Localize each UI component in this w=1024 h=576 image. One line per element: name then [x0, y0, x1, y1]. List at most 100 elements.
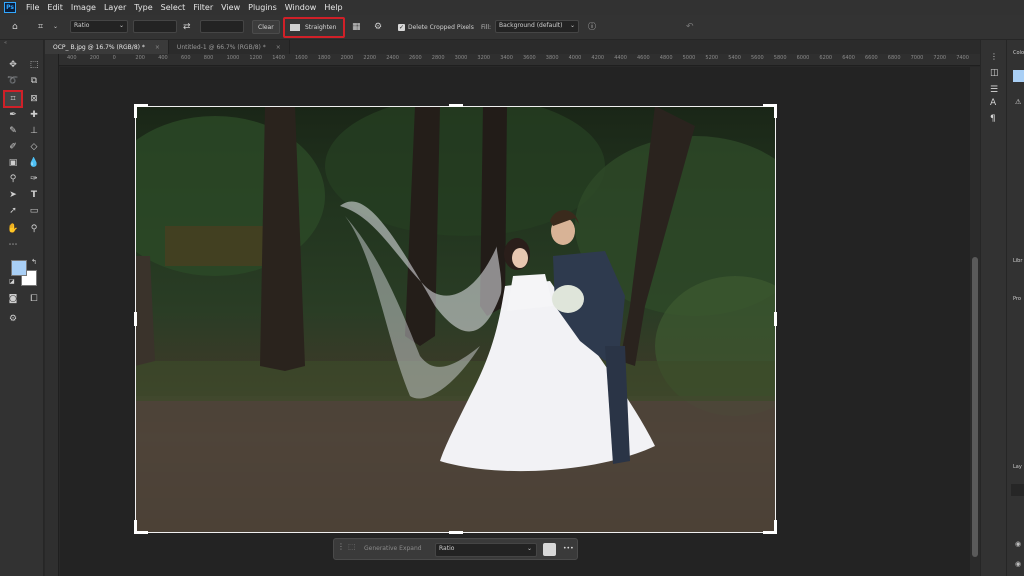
straighten-button[interactable]: Straighten	[283, 17, 345, 38]
vertical-scrollbar[interactable]	[970, 67, 980, 576]
color-panel-label[interactable]: Colo	[1013, 50, 1024, 56]
height-input[interactable]	[200, 20, 244, 33]
close-icon[interactable]: ×	[276, 44, 281, 51]
menu-window[interactable]: Window	[281, 3, 321, 12]
crop-handle-right[interactable]	[774, 312, 777, 326]
object-select-icon[interactable]: ⧉	[26, 74, 42, 88]
swap-icon[interactable]: ⇄	[183, 20, 191, 34]
crop-handle-bottom[interactable]	[449, 531, 463, 534]
direct-select-icon[interactable]: ➚	[5, 204, 21, 218]
horizontal-ruler[interactable]: 400 200 0 200 400 600 800 1000 1200 1400 1600 1800 2…	[59, 54, 980, 66]
clear-button[interactable]: Clear	[252, 20, 280, 34]
collapse-icon[interactable]: «	[4, 40, 7, 46]
edit-toolbar-icon[interactable]: ⚙	[5, 312, 21, 326]
menu-view[interactable]: View	[217, 3, 244, 12]
more-tools-icon[interactable]: ⋯	[5, 238, 21, 252]
foreground-color-swatch-front	[11, 260, 27, 276]
warning-icon: ⚠	[1015, 98, 1022, 106]
chevron-down-icon: ⌄	[118, 22, 124, 29]
crop-handle-top-right-v[interactable]	[774, 104, 777, 118]
rectangle-tool-icon[interactable]: ▭	[26, 204, 42, 218]
crop-tool-icon[interactable]: ⌗	[3, 90, 23, 108]
chevron-down-icon: ⌄	[569, 22, 575, 29]
menu-select[interactable]: Select	[157, 3, 190, 12]
menu-plugins[interactable]: Plugins	[244, 3, 281, 12]
tab-ocp-b[interactable]: OCP_ B.jpg @ 16.7% (RGB/8) * ×	[45, 40, 169, 54]
libraries-panel-label[interactable]: Libr	[1013, 258, 1022, 264]
generative-expand-label[interactable]: Generative Expand	[364, 545, 422, 552]
blur-tool-icon[interactable]: 💧	[26, 156, 42, 170]
info-icon[interactable]: ⓘ	[588, 20, 596, 34]
fill-select[interactable]: Background (default) ⌄	[495, 20, 579, 33]
clone-stamp-icon[interactable]: ⊥	[26, 124, 42, 138]
history-icon[interactable]: ◫	[990, 68, 999, 78]
crop-handle-bottom-right-v[interactable]	[774, 520, 777, 534]
home-icon[interactable]: ⌂	[12, 20, 18, 34]
vertical-ruler[interactable]	[45, 54, 59, 576]
ruler-tick-label: 6000	[796, 55, 810, 61]
ruler-tick-label: 5400	[728, 55, 741, 61]
healing-brush-icon[interactable]: ✚	[26, 108, 42, 122]
visibility-eye-icon[interactable]: ◉	[1015, 560, 1021, 568]
drag-handle-icon[interactable]: ⋮	[337, 542, 345, 551]
properties-panel-label[interactable]: Pro	[1013, 296, 1021, 302]
menu-edit[interactable]: Edit	[43, 3, 67, 12]
type-tool-icon[interactable]: T	[26, 188, 42, 202]
menu-help[interactable]: Help	[320, 3, 346, 12]
layers-search-input[interactable]	[1011, 484, 1024, 496]
default-colors-icon[interactable]: ◪	[9, 278, 15, 285]
lasso-tool-icon[interactable]: ➰	[5, 74, 21, 88]
tab-untitled-1[interactable]: Untitled-1 @ 66.7% (RGB/8) * ×	[169, 40, 290, 54]
menu-layer[interactable]: Layer	[100, 3, 130, 12]
crop-handle-left[interactable]	[134, 312, 137, 326]
brush-tool-icon[interactable]: ✎	[5, 124, 21, 138]
scrollbar-thumb[interactable]	[972, 257, 978, 557]
menu-filter[interactable]: Filter	[189, 3, 217, 12]
close-icon[interactable]: ×	[155, 44, 160, 51]
more-options-icon[interactable]: •••	[563, 545, 574, 552]
color-swatch[interactable]	[1013, 70, 1024, 82]
zoom-tool-icon[interactable]: ⚲	[26, 222, 42, 236]
crop-handle-top[interactable]	[449, 104, 463, 107]
screen-mode-icon[interactable]: ⧠	[26, 292, 42, 306]
document-image[interactable]	[135, 106, 776, 533]
dodge-tool-icon[interactable]: ⚲	[5, 172, 21, 186]
menu-file[interactable]: File	[22, 3, 43, 12]
delete-cropped-checkbox[interactable]: ✓	[398, 24, 405, 31]
menu-image[interactable]: Image	[67, 3, 100, 12]
layers-panel-label[interactable]: Lay	[1013, 464, 1022, 470]
swap-colors-icon[interactable]: ↰	[31, 258, 37, 266]
panel-options-icon[interactable]: ⋮	[990, 52, 998, 61]
ratio-select[interactable]: Ratio ⌄	[70, 20, 128, 33]
straighten-icon[interactable]	[543, 543, 556, 556]
crop-handle-bottom-left-v[interactable]	[134, 520, 137, 534]
ruler-tick-label: 2800	[431, 55, 445, 61]
grid-overlay-icon[interactable]: ▦	[352, 20, 361, 34]
ruler-tick-label: 7200	[933, 55, 947, 61]
eraser-tool-icon[interactable]: ◇	[26, 140, 42, 154]
width-input[interactable]	[133, 20, 177, 33]
delete-cropped-label: Delete Cropped Pixels	[408, 24, 474, 31]
reset-icon[interactable]: ↶	[686, 20, 694, 34]
marquee-tool-icon[interactable]: ⬚	[26, 58, 42, 72]
eyedropper-tool-icon[interactable]: ✒	[5, 108, 21, 122]
quick-mask-icon[interactable]: ◙	[5, 292, 21, 306]
properties-icon[interactable]: ☰	[990, 85, 998, 95]
gear-icon[interactable]: ⚙	[374, 20, 382, 34]
history-brush-icon[interactable]: ✐	[5, 140, 21, 154]
fill-select-value: Background (default)	[499, 22, 563, 29]
menu-type[interactable]: Type	[130, 3, 156, 12]
crop-handle-top-left-v[interactable]	[134, 104, 137, 118]
context-ratio-select[interactable]: Ratio ⌄	[435, 543, 537, 557]
crop-tool-preset-icon[interactable]: ⌗	[38, 20, 43, 34]
visibility-eye-icon[interactable]: ◉	[1015, 540, 1021, 548]
paragraph-icon[interactable]: ¶	[990, 114, 996, 124]
hand-tool-icon[interactable]: ✋	[5, 222, 21, 236]
pen-tool-icon[interactable]: ✑	[26, 172, 42, 186]
character-icon[interactable]: A	[990, 98, 996, 108]
frame-tool-icon[interactable]: ⊠	[26, 92, 42, 106]
gradient-tool-icon[interactable]: ▣	[5, 156, 21, 170]
move-tool-icon[interactable]: ✥	[5, 58, 21, 72]
chevron-down-icon[interactable]: ⌄	[53, 20, 58, 34]
path-select-icon[interactable]: ➤	[5, 188, 21, 202]
